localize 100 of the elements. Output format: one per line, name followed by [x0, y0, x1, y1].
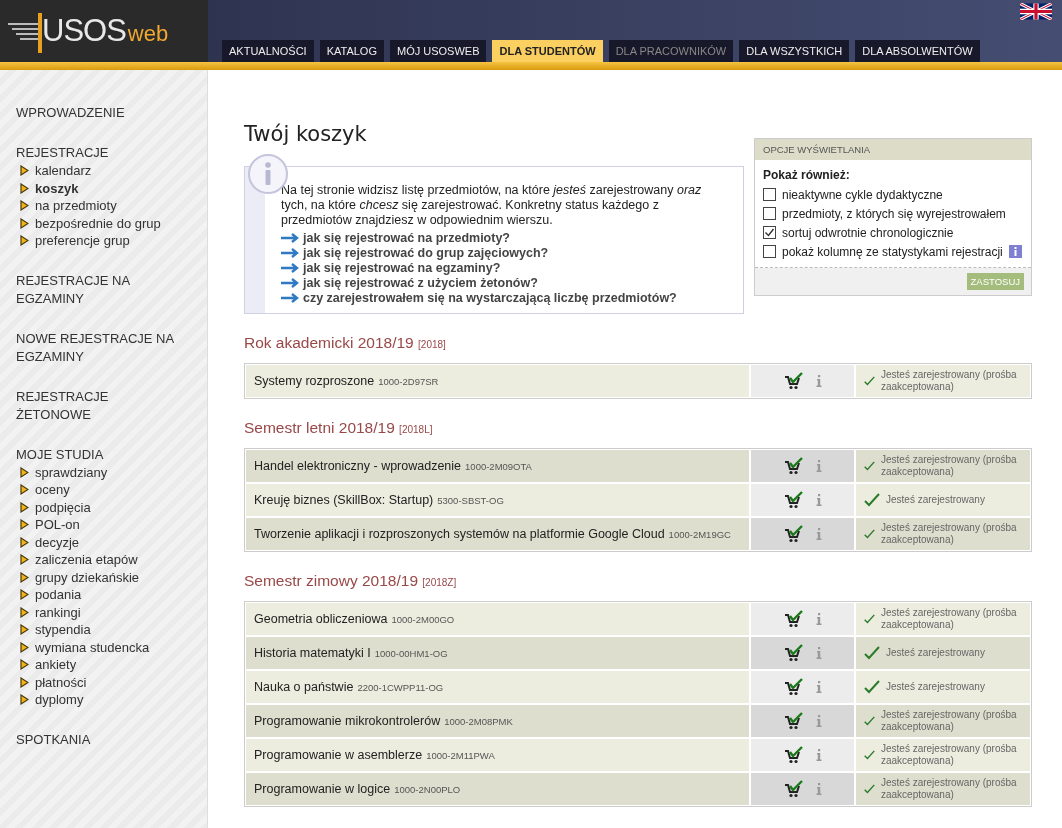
bullet-icon: [20, 536, 29, 548]
cart-check-icon[interactable]: [783, 457, 804, 475]
course-link[interactable]: Systemy rozproszone: [254, 374, 375, 388]
checkbox[interactable]: [763, 226, 776, 239]
course-link[interactable]: Handel elektroniczny - wprowadzenie: [254, 459, 462, 473]
sidebar-link[interactable]: oceny: [35, 482, 70, 498]
cart-check-icon[interactable]: [783, 610, 804, 628]
sidebar-link[interactable]: POL-on: [35, 517, 80, 533]
course-code: 1000-2D97SR: [378, 375, 439, 387]
checkmark-icon: [864, 782, 875, 796]
arrow-icon: [280, 232, 299, 243]
checkmark-icon: [864, 612, 875, 626]
nav-tab[interactable]: AKTUALNOŚCI: [222, 40, 314, 62]
checkbox[interactable]: [763, 245, 776, 258]
term-heading: Semestr zimowy 2018/19: [244, 572, 419, 589]
course-link[interactable]: Programowanie mikrokontrolerów: [254, 714, 441, 728]
checkbox[interactable]: [763, 188, 776, 201]
help-link[interactable]: jak się rejestrować do grup zajęciowych?: [302, 245, 549, 260]
sidebar-link[interactable]: bezpośrednie do grup: [35, 215, 161, 231]
sidebar-link[interactable]: sprawdziany: [35, 464, 108, 480]
bullet-icon: [20, 554, 29, 566]
course-link[interactable]: Kreuję biznes (SkillBox: Startup): [254, 493, 434, 507]
uk-flag-icon[interactable]: [1020, 3, 1052, 20]
checkbox[interactable]: [763, 207, 776, 220]
course-code: 2200-1CWPP11-OG: [357, 681, 444, 693]
bullet-icon: [20, 624, 29, 636]
site-logo[interactable]: USOSweb: [42, 13, 169, 49]
sidebar-link[interactable]: na przedmioty: [35, 198, 117, 214]
help-link[interactable]: czy zarejestrowałem się na wystarczającą liczbę przedmiotów?: [302, 290, 677, 305]
sidebar-section-link[interactable]: SPOTKANIA: [16, 730, 186, 749]
nav-tab[interactable]: MÓJ USOSWEB: [389, 40, 487, 62]
course-code: 5300-SBST-OG: [437, 494, 504, 506]
status-text: Jesteś zarejestrowany (prośba zaakceptowana): [881, 607, 1018, 631]
sidebar-link[interactable]: płatności: [35, 674, 87, 690]
sidebar-link[interactable]: decyzje: [35, 534, 80, 550]
help-link[interactable]: jak się rejestrować na przedmioty?: [302, 230, 510, 245]
course-code: 1000-2M19GC: [668, 528, 731, 540]
sidebar-link[interactable]: stypendia: [35, 622, 91, 638]
checkmark-icon: [864, 527, 875, 541]
sidebar-link[interactable]: podpięcia: [35, 499, 91, 515]
nav-tab[interactable]: DLA WSZYSTKICH: [739, 40, 850, 62]
sidebar-section-link[interactable]: REJESTRACJE NA EGZAMINY: [16, 271, 186, 308]
sidebar-section-link[interactable]: WPROWADZENIE: [16, 104, 186, 122]
cart-check-icon[interactable]: [783, 780, 804, 798]
sidebar-link[interactable]: kalendarz: [35, 163, 92, 179]
course-code: 1000-2M00GO: [391, 613, 455, 625]
arrow-icon: [280, 292, 299, 303]
course-link[interactable]: Nauka o państwie: [254, 680, 354, 694]
sidebar-link[interactable]: dyplomy: [35, 692, 84, 708]
help-link[interactable]: jak się rejestrować z użyciem żetonów?: [302, 275, 538, 290]
bullet-icon: [20, 200, 29, 212]
sidebar-section-link[interactable]: NOWE REJESTRACJE NA EGZAMINY: [16, 329, 186, 366]
sidebar-link[interactable]: grupy dziekańskie: [35, 569, 140, 585]
course-link[interactable]: Historia matematyki I: [254, 646, 371, 660]
status-text: Jesteś zarejestrowany (prośba zaakceptowana): [881, 777, 1018, 801]
help-link[interactable]: jak się rejestrować na egzaminy?: [302, 260, 501, 275]
bullet-icon: [20, 571, 29, 583]
course-link[interactable]: Geometria obliczeniowa: [254, 612, 388, 626]
arrow-icon: [280, 262, 299, 273]
status-text: Jesteś zarejestrowany (prośba zaakceptowana): [881, 709, 1018, 733]
page-title: Twój koszyk: [244, 122, 368, 146]
bullet-icon: [20, 165, 29, 177]
course-link[interactable]: Tworzenie aplikacji i rozproszonych systemów na platformie Google Cloud: [254, 527, 665, 541]
sidebar-link[interactable]: zaliczenia etapów: [35, 552, 138, 568]
sidebar-section-link[interactable]: REJESTRACJE: [16, 144, 186, 162]
status-text: Jesteś zarejestrowany: [886, 647, 985, 659]
cart-check-icon[interactable]: [783, 525, 804, 543]
course-link[interactable]: Programowanie w logice: [254, 782, 391, 796]
cart-check-icon[interactable]: [783, 644, 804, 662]
course-code: 1000-2M11PWA: [426, 749, 495, 761]
bullet-icon: [20, 694, 29, 706]
sidebar-link[interactable]: rankingi: [35, 604, 81, 620]
nav-tab[interactable]: DLA STUDENTÓW: [492, 40, 603, 62]
cart-check-icon[interactable]: [783, 712, 804, 730]
term-code: [2018]: [418, 339, 446, 350]
term-code: [2018Z]: [422, 577, 457, 588]
status-text: Jesteś zarejestrowany (prośba zaakceptowana): [881, 743, 1018, 767]
cart-check-icon[interactable]: [783, 491, 804, 509]
bullet-icon: [20, 217, 29, 229]
sidebar-link[interactable]: podania: [35, 587, 82, 603]
course-code: 1000-2M09OTA: [465, 460, 532, 472]
sidebar-link[interactable]: wymiana studencka: [35, 639, 150, 655]
cart-check-icon[interactable]: [783, 372, 804, 390]
cart-check-icon[interactable]: [783, 746, 804, 764]
course-link[interactable]: Programowanie w asemblerze: [254, 748, 423, 762]
sidebar-link[interactable]: preferencje grup: [35, 233, 130, 249]
bullet-icon: [20, 659, 29, 671]
bullet-icon: [20, 519, 29, 531]
sidebar-section-link[interactable]: MOJE STUDIA: [16, 445, 186, 464]
term-heading: Semestr letni 2018/19: [244, 419, 395, 436]
nav-tab[interactable]: KATALOG: [319, 40, 384, 62]
sidebar-section-link[interactable]: REJESTRACJE ŻETONOWE: [16, 387, 186, 424]
term-code: [2018L]: [399, 424, 433, 435]
info-icon[interactable]: [1008, 245, 1022, 258]
option-label: nieaktywne cykle dydaktyczne: [782, 187, 943, 202]
nav-tab[interactable]: DLA ABSOLWENTÓW: [855, 40, 980, 62]
sidebar-link[interactable]: koszyk: [35, 180, 79, 196]
sidebar-link[interactable]: ankiety: [35, 657, 77, 673]
checkmark-icon: [864, 680, 880, 694]
cart-check-icon[interactable]: [783, 678, 804, 696]
